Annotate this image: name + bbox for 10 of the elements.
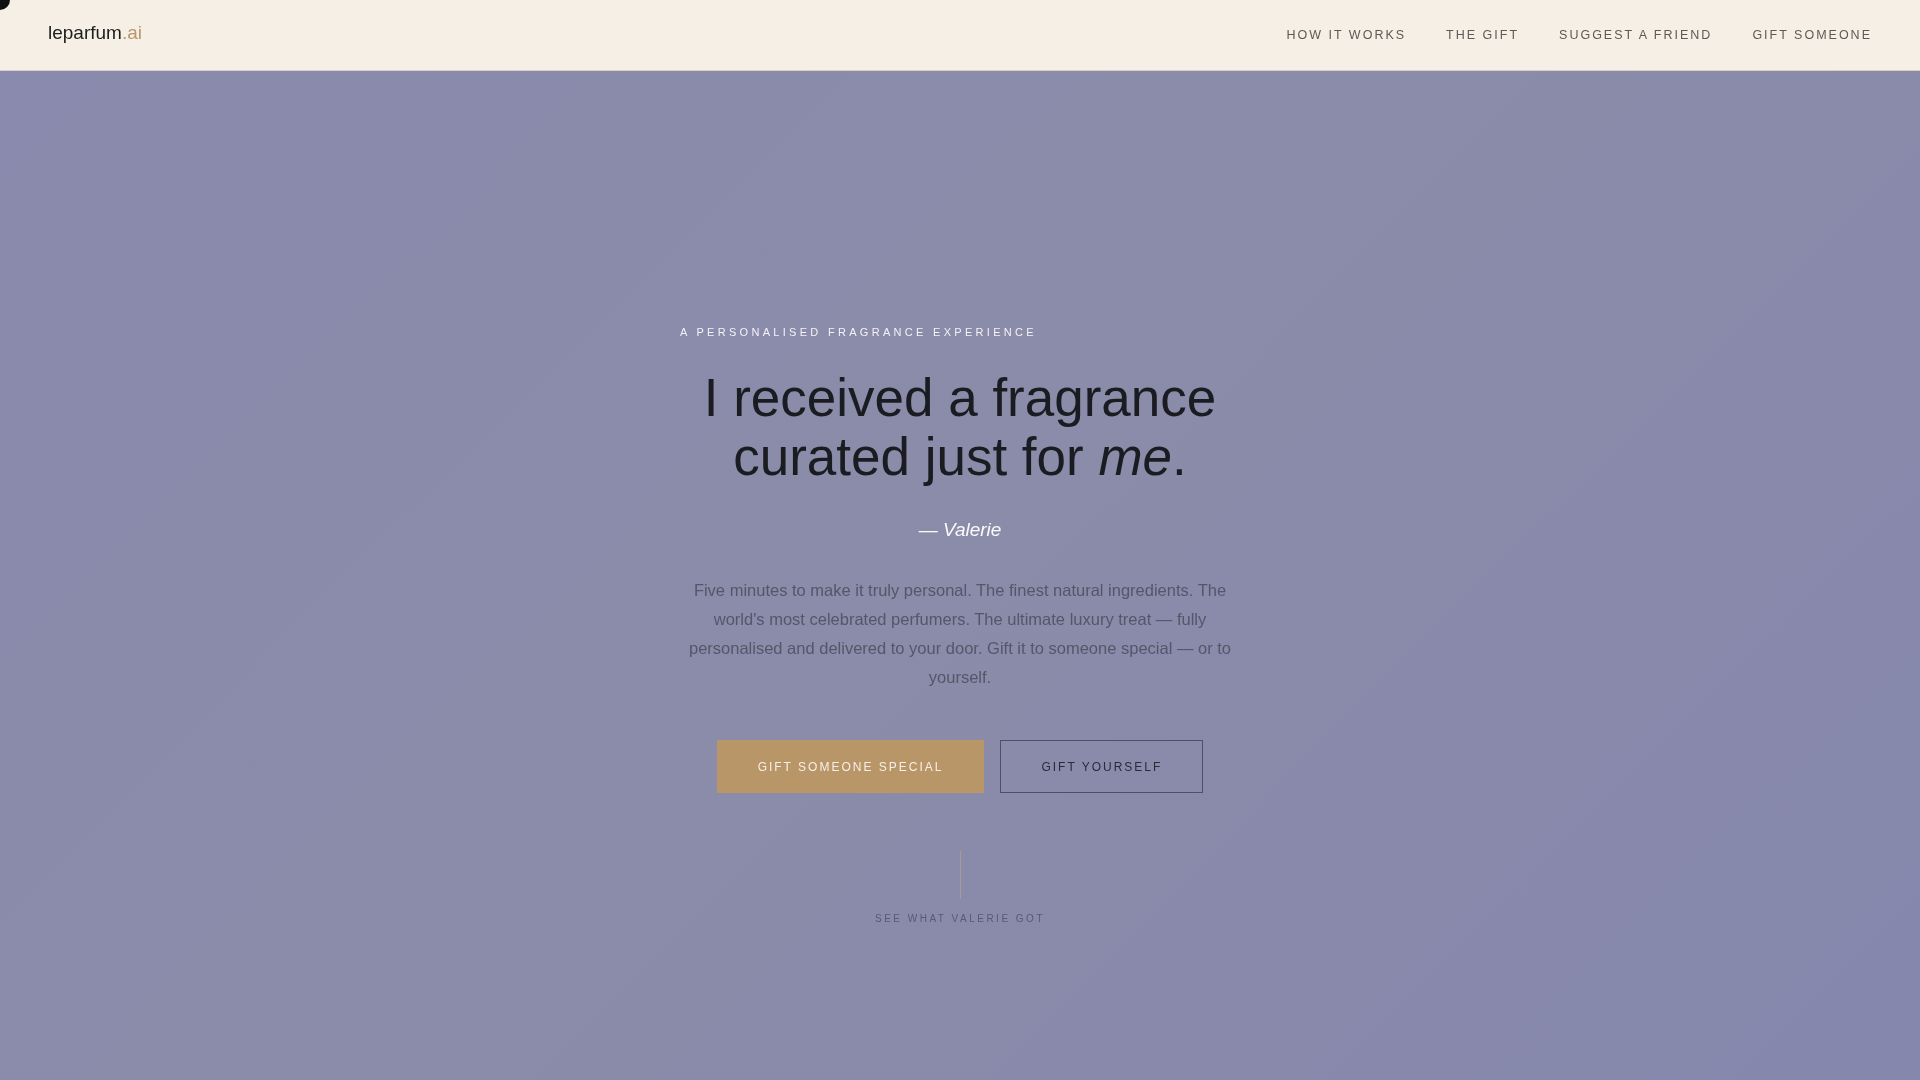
quote-attribution: — Valerie [918,519,1002,541]
headline: I received a fragrance curated just for me. [703,368,1217,486]
nav-link[interactable]: THE GIFT [1446,28,1520,42]
nav-link[interactable]: GIFT SOMEONE [1752,28,1872,42]
intro-paragraph: Five minutes to make it truly personal. The finest natural ingredients. The world's most celebrated perfumers. The ultimate luxury treat — fully personalised and delivered to your door. Gift it to someone special — or to yourself. [687,580,1233,688]
logo[interactable]: leparfum.ai [48,22,142,44]
nav-link[interactable]: HOW IT WORKS [1286,28,1407,42]
eyebrow-text: A PERSONALISED FRAGRANCE EXPERIENCE [680,326,1037,338]
nav-link[interactable]: SUGGEST A FRIEND [1559,28,1713,42]
gift-yourself-button[interactable]: GIFT YOURSELF [1000,740,1204,793]
